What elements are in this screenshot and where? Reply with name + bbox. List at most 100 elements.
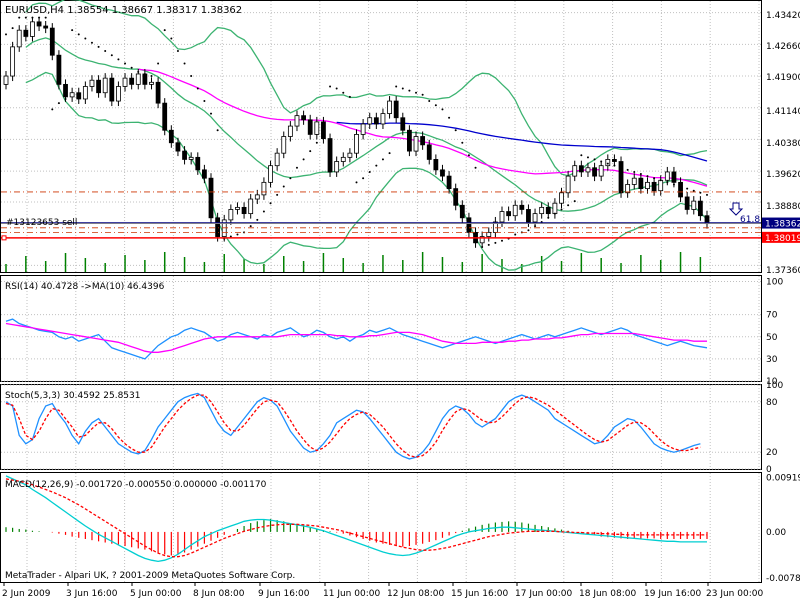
candle-body <box>413 136 419 152</box>
psar-dot <box>190 75 193 78</box>
candle-body <box>664 171 670 181</box>
psar-dot <box>11 27 14 30</box>
psar-dot <box>500 239 503 242</box>
candle-body <box>400 117 406 131</box>
psar-dot <box>633 170 636 173</box>
psar-dot <box>653 177 656 180</box>
candle-body <box>466 217 472 233</box>
candle-body <box>16 29 22 48</box>
macd-signal-line <box>5 478 707 558</box>
candlesticks <box>3 16 710 248</box>
psar-dot <box>64 97 67 100</box>
psar-dot <box>77 33 80 36</box>
psar-dot <box>580 154 583 157</box>
candle-body <box>116 86 121 102</box>
psar-dot <box>646 175 649 178</box>
candle-body <box>459 204 465 219</box>
psar-dot <box>203 100 206 103</box>
psar-dot <box>97 45 100 48</box>
psar-dot <box>216 129 219 132</box>
candle-body <box>426 144 432 160</box>
psar-dot <box>672 183 675 186</box>
candle-body <box>30 21 35 37</box>
psar-dot <box>342 91 345 94</box>
psar-dot <box>434 104 437 107</box>
psar-dot <box>315 141 318 144</box>
candle-body <box>294 115 300 127</box>
rsi-line <box>5 318 708 360</box>
price-axis-tick-label: 1.42660 <box>766 42 800 52</box>
psar-dot <box>57 102 60 105</box>
psar-dot <box>309 150 312 153</box>
psar-dot <box>348 95 351 98</box>
candle-body <box>373 117 379 125</box>
candle-body <box>559 192 564 204</box>
fibo-level-label: 61.8 <box>740 215 760 225</box>
candle-body <box>658 179 664 192</box>
candle-body <box>671 171 677 183</box>
candle-body <box>327 138 333 173</box>
candle-body <box>420 136 426 146</box>
psar-dot <box>256 218 259 221</box>
psar-dot <box>553 212 556 215</box>
candle-body <box>268 165 273 183</box>
psar-dot <box>143 72 146 75</box>
price-axis-tick-label: 1.43420 <box>766 11 800 21</box>
candle-body <box>347 152 353 158</box>
psar-dot <box>295 166 298 169</box>
price-axis-tick-label: 1.40380 <box>766 139 800 149</box>
candle-body <box>248 198 254 215</box>
psar-dot <box>620 166 623 169</box>
candle-body <box>254 194 260 200</box>
psar-dot <box>381 158 384 161</box>
candle-body <box>578 165 584 173</box>
x-axis-tick-label: 18 Jun 08:00 <box>579 589 636 599</box>
candle-body <box>36 21 42 27</box>
rsi-axis-tick-label: 50 <box>766 333 778 343</box>
psar-dot <box>514 233 517 236</box>
candle-body <box>3 75 9 85</box>
psar-dot <box>262 210 265 213</box>
candle-body <box>122 77 128 87</box>
candle-body <box>135 73 141 85</box>
psar-dot <box>130 66 133 69</box>
candle-body <box>585 167 591 173</box>
candle-body <box>129 77 135 85</box>
psar-dot <box>282 185 285 188</box>
stoch-panel-title: Stoch(5,3,3) 30.4592 25.8531 <box>5 391 140 401</box>
candle-body <box>23 29 29 37</box>
candle-body <box>354 134 359 154</box>
chart-canvas[interactable]: 1.43420 1.42660 1.41900 1.41140 1.40380 1.396… <box>0 0 800 600</box>
candle-body <box>340 156 346 162</box>
price-axis-tick-label: 1.37360 <box>766 266 800 276</box>
psar-dot <box>236 233 239 236</box>
psar-dot <box>547 216 550 219</box>
price-axis-tick-label: 1.41900 <box>766 73 800 83</box>
psar-dot <box>276 193 279 196</box>
macd-axis-tick-label: -0.00784 <box>766 574 800 584</box>
candle-body <box>188 156 194 160</box>
stoch-lines <box>5 392 701 460</box>
psar-dot <box>560 208 563 211</box>
psar-dot <box>408 89 411 92</box>
psar-dot <box>626 168 629 171</box>
macd-axis-tick-label: 0.009197 <box>766 474 800 484</box>
candle-body <box>228 209 234 221</box>
candle-body <box>69 92 75 98</box>
candle-body <box>321 121 326 139</box>
metatrader-chart-window[interactable]: 1.43420 1.42660 1.41900 1.41140 1.40380 1.396… <box>0 0 800 600</box>
x-axis-tick-label: 5 Jun 00:00 <box>130 589 182 599</box>
candle-body <box>314 121 320 135</box>
psar-dot <box>448 116 451 119</box>
candle-body <box>545 206 551 215</box>
rsi-axis-tick-label: 100 <box>766 278 783 288</box>
psar-dot <box>706 193 708 196</box>
psar-dot <box>170 37 173 40</box>
price-panel-title: EURUSD,H4 1.38554 1.38667 1.38317 1.3836… <box>5 5 242 16</box>
stoch-main-line <box>5 392 701 460</box>
psar-dot <box>90 41 93 44</box>
psar-dot <box>183 62 186 65</box>
x-axis-tick-label: 17 Jun 00:00 <box>515 589 572 599</box>
macd-axis-tick-label: 0.00 <box>766 528 786 538</box>
stoch-axis-tick-label: 80 <box>766 398 778 408</box>
